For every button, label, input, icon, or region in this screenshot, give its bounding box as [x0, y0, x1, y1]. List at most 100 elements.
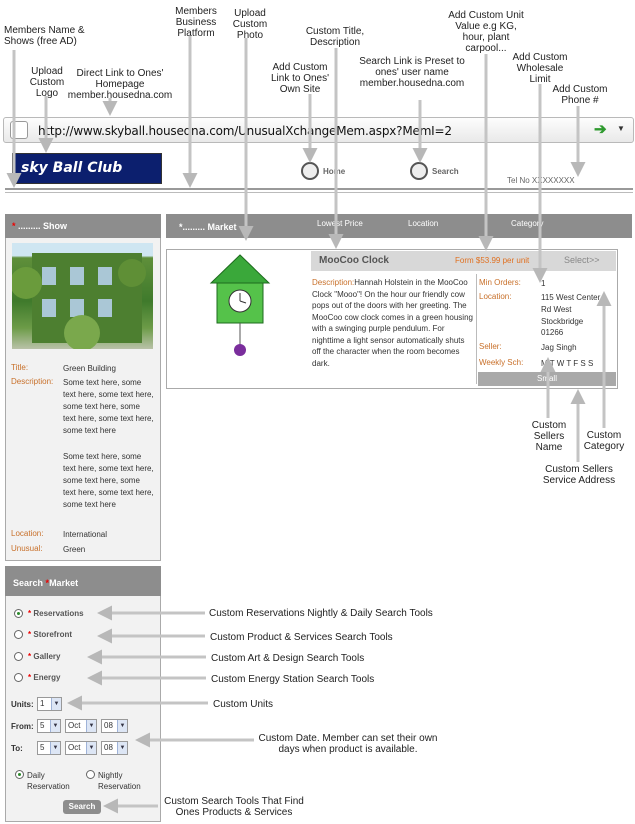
- search-title: Search: [13, 578, 44, 588]
- site-logo[interactable]: sky Ball Club: [12, 153, 162, 184]
- go-arrow-icon[interactable]: ➔: [594, 120, 607, 138]
- to-month-select[interactable]: Oct ▼: [65, 741, 97, 755]
- from-day-select[interactable]: 5 ▼: [37, 719, 61, 733]
- option-reservations[interactable]: * Reservations: [28, 609, 84, 618]
- show-desc-value-1: Some text here, some text here, some tex…: [63, 378, 154, 435]
- search-nav-button[interactable]: Search: [410, 162, 459, 180]
- option-gallery-label: Gallery: [33, 652, 61, 661]
- option-energy-label: Energy: [33, 673, 61, 682]
- chevron-down-icon: ▼: [86, 720, 96, 732]
- show-title-label: Title:: [11, 363, 29, 372]
- column-location[interactable]: Location: [408, 219, 438, 228]
- annotation-sellers-name: Custom Sellers Name: [531, 420, 567, 453]
- option-storefront-label: Storefront: [33, 630, 73, 639]
- product-category: Small: [478, 372, 616, 386]
- dropdown-icon[interactable]: ▼: [617, 124, 625, 133]
- search-label: Search: [432, 166, 459, 176]
- cuckoo-clock-image: [205, 253, 275, 359]
- annotation-business-platform: Members Business Platform: [175, 6, 217, 39]
- chevron-down-icon: ▼: [50, 742, 60, 754]
- radio-storefront[interactable]: [14, 630, 23, 639]
- product-price: Form $53.99 per unit: [455, 256, 530, 265]
- to-day-value: 5: [40, 743, 45, 752]
- show-unusual-label: Unusual:: [11, 544, 43, 553]
- column-lowest-price[interactable]: Lowest Price: [317, 219, 363, 228]
- weekly-schedule-value: M T W T F S S: [541, 359, 594, 368]
- radio-gallery[interactable]: [14, 652, 23, 661]
- to-day-select[interactable]: 5 ▼: [37, 741, 61, 755]
- divider: [5, 192, 633, 193]
- annotation-search-tools: Custom Search Tools That Find Ones Produ…: [164, 796, 304, 818]
- chevron-down-icon: ▼: [117, 742, 127, 754]
- from-year-value: 08: [104, 721, 113, 730]
- annotation-service-address: Custom Sellers Service Address: [542, 464, 616, 486]
- show-header: * ......... Show: [5, 214, 161, 238]
- show-desc-label: Description:: [11, 377, 54, 386]
- seller-label: Seller:: [479, 342, 502, 351]
- show-title: ......... Show: [18, 221, 68, 231]
- annotation-product-tools: Custom Product & Services Search Tools: [210, 632, 393, 643]
- from-year-select[interactable]: 08 ▼: [101, 719, 128, 733]
- option-energy[interactable]: * Energy: [28, 673, 60, 682]
- annotation-reservations-tools: Custom Reservations Nightly & Daily Sear…: [209, 608, 433, 619]
- to-year-select[interactable]: 08 ▼: [101, 741, 128, 755]
- annotation-wholesale: Add Custom Wholesale Limit: [512, 52, 568, 85]
- show-location-value: International: [63, 530, 108, 539]
- weekly-schedule-label: Weekly Sch:: [479, 358, 524, 367]
- search-title-suffix: Market: [49, 578, 79, 588]
- annotation-category: Custom Category: [583, 430, 625, 452]
- from-label: From:: [11, 722, 34, 731]
- show-unusual-value: Green: [63, 545, 86, 554]
- location-line-2: Rd West: [541, 305, 572, 314]
- nightly-reservation-label[interactable]: Nightly Reservation: [82, 770, 141, 792]
- show-location-label: Location:: [11, 529, 44, 538]
- column-category[interactable]: Category: [511, 219, 543, 228]
- annotation-date-note: Custom Date. Member can set their own da…: [258, 733, 438, 755]
- green-building-image: [10, 253, 146, 351]
- page-icon: [10, 121, 28, 139]
- min-orders-label: Min Orders:: [479, 278, 521, 287]
- select-link[interactable]: Select>>: [564, 255, 600, 265]
- units-select[interactable]: 1 ▼: [37, 697, 62, 711]
- option-storefront[interactable]: * Storefront: [28, 630, 72, 639]
- show-desc-value-2: Some text here, some text here, some tex…: [63, 452, 154, 509]
- location-line-1: 115 West Center: [541, 293, 601, 302]
- location-line-3: Stockbridge: [541, 317, 584, 326]
- market-title: *......... Market: [179, 222, 237, 232]
- chevron-down-icon: ▼: [117, 720, 127, 732]
- search-button[interactable]: Search: [63, 800, 101, 814]
- to-year-value: 08: [104, 743, 113, 752]
- from-month-value: Oct: [68, 721, 81, 730]
- url-text[interactable]: http://www.skyball.housedna.com/UnusualX…: [38, 124, 452, 138]
- annotation-direct-link: Direct Link to Ones' Homepage member.hou…: [67, 68, 173, 101]
- annotation-upload-photo: Upload Custom Photo: [232, 8, 268, 41]
- location-line-4: 01266: [541, 328, 564, 337]
- chevron-down-icon: ▼: [50, 720, 60, 732]
- show-title-value: Green Building: [63, 364, 116, 373]
- option-gallery[interactable]: * Gallery: [28, 652, 61, 661]
- show-photo: [10, 243, 153, 351]
- product-name[interactable]: MooCoo Clock: [319, 255, 389, 266]
- search-icon: [410, 162, 428, 180]
- radio-reservations[interactable]: [14, 609, 23, 618]
- annotation-custom-title: Custom Title, Description: [305, 26, 365, 48]
- home-icon: [301, 162, 319, 180]
- to-label: To:: [11, 744, 23, 753]
- option-reservations-label: Reservations: [33, 609, 84, 618]
- min-orders-value: 1: [541, 279, 546, 288]
- description-label: Description:: [312, 278, 355, 287]
- location-label: Location:: [479, 292, 512, 301]
- divider: [5, 188, 633, 190]
- units-label: Units:: [11, 700, 34, 709]
- from-month-select[interactable]: Oct ▼: [65, 719, 97, 733]
- chevron-down-icon: ▼: [86, 742, 96, 754]
- to-month-value: Oct: [68, 743, 81, 752]
- home-label: Home: [323, 166, 346, 176]
- radio-energy[interactable]: [14, 673, 23, 682]
- home-button[interactable]: Home: [301, 162, 345, 180]
- daily-reservation-label[interactable]: Daily Reservation: [11, 770, 70, 792]
- annotation-art-tools: Custom Art & Design Search Tools: [211, 653, 365, 664]
- annotation-members-name: Members Name & Shows (free AD): [4, 25, 85, 47]
- divider: [476, 274, 477, 384]
- units-value: 1: [40, 699, 45, 708]
